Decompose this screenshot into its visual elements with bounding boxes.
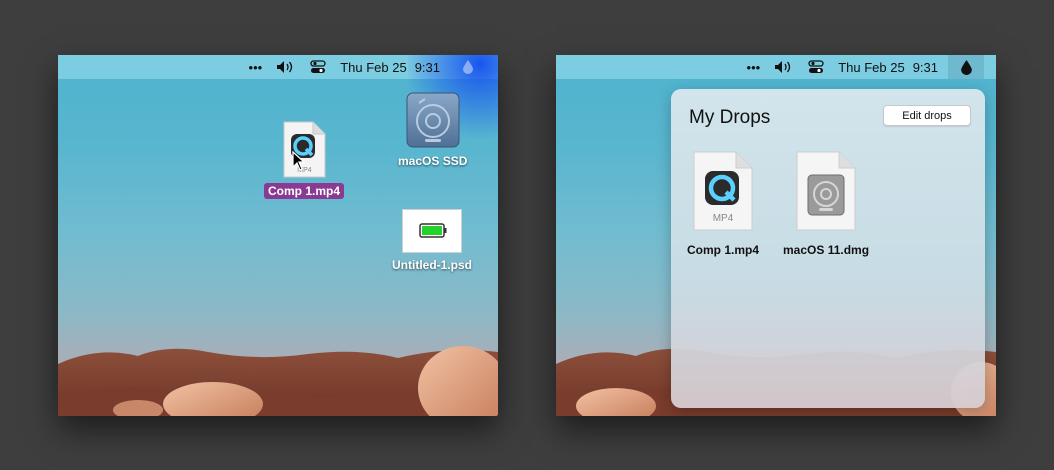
desktop-item-untitled-psd[interactable]: Untitled-1.psd xyxy=(388,209,476,273)
quicktime-mp4-file-icon: MP4 xyxy=(693,151,753,231)
volume-icon[interactable] xyxy=(276,60,296,74)
psd-battery-thumbnail-icon xyxy=(402,209,462,253)
menu-bar: ••• Thu Feb 25 9:31 xyxy=(556,55,996,79)
file-type-label: MP4 xyxy=(713,213,734,224)
drop-icon[interactable] xyxy=(450,55,486,79)
menubar-date: Thu Feb 25 xyxy=(340,59,407,75)
drop-item-macos-dmg[interactable]: macOS 11.dmg xyxy=(783,151,869,257)
desktop-item-macos-ssd[interactable]: macOS SSD xyxy=(394,91,471,169)
hard-drive-icon xyxy=(406,92,460,148)
menubar-time: 9:31 xyxy=(414,59,440,75)
my-drops-popover: My Drops Edit drops MP4 Comp 1.mp4 macOS… xyxy=(671,89,985,408)
desktop-item-label: Untitled-1.psd xyxy=(392,258,472,272)
dmg-disk-image-icon xyxy=(796,151,856,231)
drop-item-comp-mp4[interactable]: MP4 Comp 1.mp4 xyxy=(687,151,759,257)
desert-hills xyxy=(58,346,498,416)
menubar-clock[interactable]: Thu Feb 25 9:31 xyxy=(838,60,938,75)
menubar-time: 9:31 xyxy=(912,59,938,75)
volume-icon[interactable] xyxy=(774,60,794,74)
more-menu-icon[interactable]: ••• xyxy=(747,60,761,75)
desktop-right: ••• Thu Feb 25 9:31 My Drops Edit drops xyxy=(556,55,996,416)
desktop-item-label: Comp 1.mp4 xyxy=(264,183,345,199)
control-center-icon[interactable] xyxy=(808,60,824,74)
desktop-item-comp-mp4[interactable]: MP4 Comp 1.mp4 xyxy=(264,121,345,199)
control-center-icon[interactable] xyxy=(310,60,326,74)
popover-title: My Drops xyxy=(689,107,771,128)
menu-bar: ••• Thu Feb 25 9:31 xyxy=(58,55,498,145)
edit-drops-button[interactable]: Edit drops xyxy=(883,105,971,126)
drop-item-label: Comp 1.mp4 xyxy=(687,243,760,257)
menubar-date: Thu Feb 25 xyxy=(838,59,905,75)
mouse-cursor-icon xyxy=(292,151,306,171)
desktop-left: ••• Thu Feb 25 9:31 MP4 Comp 1.mp4 macOS… xyxy=(58,55,498,416)
drop-icon[interactable] xyxy=(948,55,984,79)
more-menu-icon[interactable]: ••• xyxy=(249,60,263,75)
menubar-clock[interactable]: Thu Feb 25 9:31 xyxy=(340,60,440,75)
drop-item-label: macOS 11.dmg xyxy=(783,243,870,257)
desktop-item-label: macOS SSD xyxy=(398,154,468,168)
